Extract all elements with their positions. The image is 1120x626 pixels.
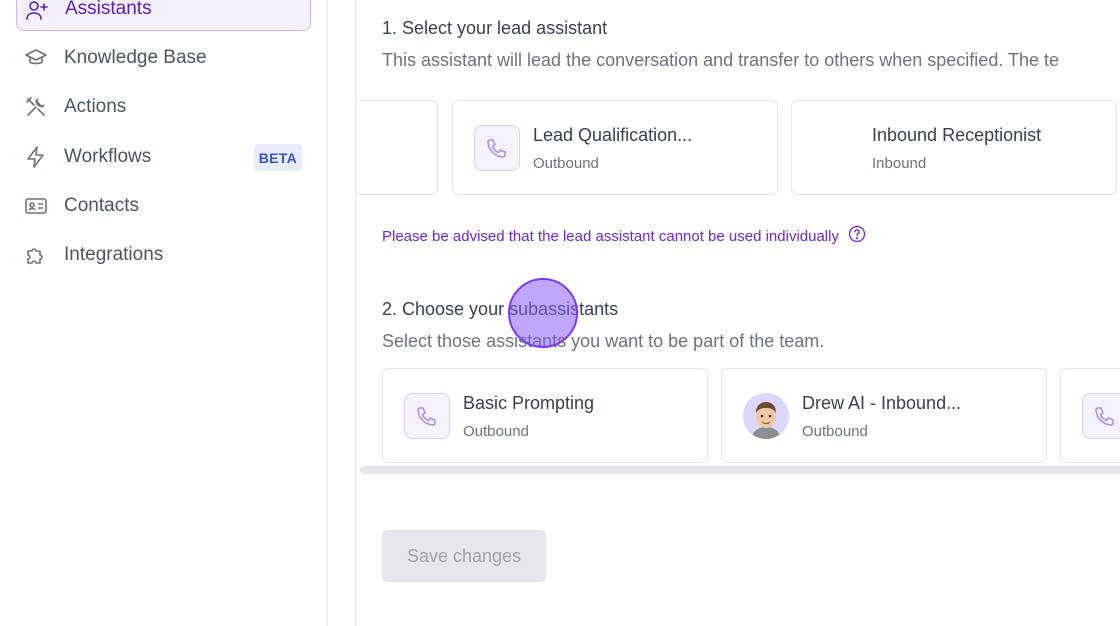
sidebar-item-label: Actions [64, 96, 127, 117]
graduation-cap-icon [24, 46, 48, 70]
horizontal-scrollbar[interactable] [360, 466, 1120, 474]
phone-icon [1082, 393, 1120, 439]
subassistant-card[interactable]: Drew AI - Inbound... Outbound [721, 368, 1047, 463]
save-button[interactable]: Save changes [382, 530, 546, 582]
card-title: Basic Prompting [463, 393, 595, 413]
beta-badge: BETA [253, 144, 302, 171]
help-icon[interactable] [847, 224, 867, 248]
avatar [743, 393, 789, 439]
sidebar-item-assistants[interactable]: Assistants [16, 0, 311, 31]
card-subtitle: Outbound [463, 423, 529, 440]
sidebar-item-label: Workflows [64, 146, 152, 167]
subassistant-card[interactable] [1060, 368, 1120, 463]
lead-assistant-notice: Please be advised that the lead assistan… [382, 224, 867, 248]
sidebar-item-workflows[interactable]: Workflows BETA [16, 135, 311, 179]
user-plus-icon [25, 0, 49, 22]
sidebar-item-integrations[interactable]: Integrations [16, 233, 311, 277]
phone-icon [404, 393, 450, 439]
sidebar-item-label: Contacts [64, 195, 139, 216]
card-title: Lead Qualification... [533, 125, 693, 145]
card-subtitle: Outbound [533, 155, 599, 172]
card-subtitle: Inbound [872, 155, 927, 172]
subassistants-description: Select those assistants you want to be p… [382, 331, 825, 351]
sidebar-item-actions[interactable]: Actions [16, 85, 311, 129]
sidebar-item-label: Knowledge Base [64, 47, 207, 68]
lightning-icon [24, 145, 48, 169]
phone-icon [474, 125, 520, 171]
main-content: 1. Select your lead assistant This assis… [355, 0, 1120, 626]
lead-assistant-title: 1. Select your lead assistant [382, 18, 608, 38]
sidebar-item-label: Integrations [64, 244, 164, 265]
sidebar-item-contacts[interactable]: Contacts [16, 184, 311, 228]
assistant-card[interactable]: Inbound Receptionist Inbound [791, 100, 1117, 195]
contact-card-icon [24, 194, 48, 218]
sidebar-item-knowledge-base[interactable]: Knowledge Base [16, 36, 311, 80]
card-title: Inbound Receptionist [872, 125, 1042, 145]
sidebar: Assistants Knowledge Base Actions Workfl… [0, 0, 328, 626]
sidebar-item-label: Assistants [65, 0, 152, 19]
assistant-card[interactable] [356, 100, 438, 195]
notice-text: Please be advised that the lead assistan… [382, 227, 839, 245]
subassistant-card[interactable]: Basic Prompting Outbound [382, 368, 708, 463]
lead-assistant-description: This assistant will lead the conversatio… [382, 50, 1060, 70]
tools-icon [24, 95, 48, 119]
card-subtitle: Outbound [802, 423, 868, 440]
subassistants-title: 2. Choose your subassistants [382, 299, 619, 319]
card-title: Drew AI - Inbound... [802, 393, 962, 413]
puzzle-icon [24, 243, 48, 267]
assistant-card[interactable]: Lead Qualification... Outbound [452, 100, 778, 195]
